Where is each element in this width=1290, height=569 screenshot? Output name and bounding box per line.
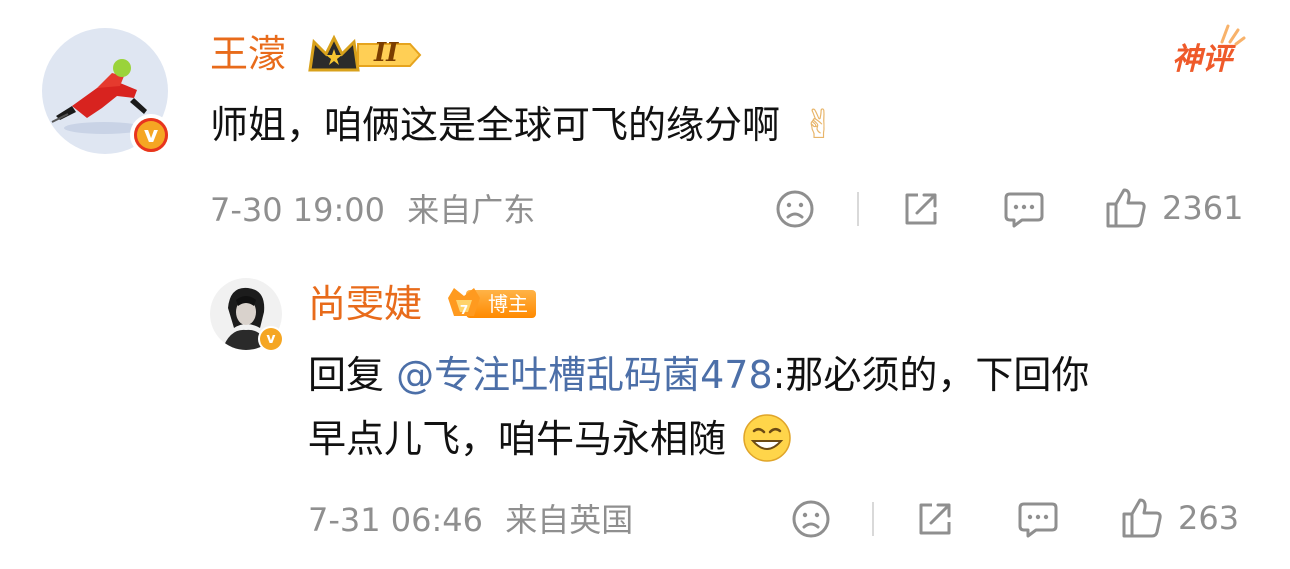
like-button[interactable]: 263	[1120, 496, 1239, 540]
svg-text:7: 7	[460, 303, 468, 317]
share-button[interactable]	[900, 188, 942, 230]
comment-meta: 7-31 06:46 来自英国	[308, 500, 633, 540]
comment-text: 师姐，咱俩这是全球可飞的缘分啊 ✌	[210, 86, 836, 164]
avatar[interactable]: v	[210, 278, 284, 352]
reply-text-line2: 早点儿飞，咱牛马永相随	[308, 417, 727, 461]
verified-badge: v	[258, 326, 284, 352]
dislike-button[interactable]	[790, 498, 832, 540]
divider	[857, 192, 859, 226]
comment-button[interactable]	[1016, 498, 1060, 540]
mention-link[interactable]: @专注吐槽乱码菌478	[396, 353, 773, 397]
level-badge-label: II	[374, 38, 399, 68]
comment-icon	[1004, 192, 1044, 228]
comment-location: 来自广东	[407, 191, 536, 229]
comment-icon	[1018, 502, 1058, 538]
comment-location: 来自英国	[505, 501, 634, 539]
dislike-button[interactable]	[774, 188, 816, 230]
comment-time: 7-31 06:46	[308, 501, 484, 539]
crown-badge-icon: 7	[448, 288, 480, 317]
share-button[interactable]	[914, 498, 956, 540]
level-badge: II	[306, 32, 426, 78]
sparkle-icon	[1220, 24, 1246, 46]
share-icon	[905, 193, 937, 225]
grin-emoji	[743, 413, 791, 462]
crown-icon	[308, 34, 422, 72]
sad-face-icon	[792, 500, 830, 538]
sad-face-icon	[776, 190, 814, 228]
like-button[interactable]: 2361	[1104, 186, 1243, 230]
role-badge: 7 博主	[444, 284, 536, 324]
reply-text-line1: :那必须的，下回你	[772, 353, 1090, 397]
thumbs-up-icon	[1122, 498, 1162, 538]
comment-button[interactable]	[1002, 188, 1046, 230]
verified-icon: v	[260, 328, 282, 350]
like-count: 263	[1178, 499, 1240, 537]
reply-prefix: 回复	[308, 353, 397, 397]
share-icon	[919, 503, 951, 535]
comment-meta: 7-30 19:00 来自广东	[210, 190, 535, 230]
thumbs-up-icon	[1106, 188, 1146, 228]
username[interactable]: 王濛	[210, 32, 286, 76]
username[interactable]: 尚雯婕	[308, 282, 422, 326]
divider	[872, 502, 874, 536]
victory-hand-emoji: ✌	[802, 102, 836, 148]
verified-icon: v	[134, 118, 168, 152]
avatar[interactable]: v	[42, 28, 172, 156]
comment-time: 7-30 19:00	[210, 191, 386, 229]
comment-text-body: 师姐，咱俩这是全球可飞的缘分啊	[210, 103, 781, 147]
comment-thread: v 王濛 II 神评 师姐，咱俩这是全球可飞的缘分啊 ✌ 7-30 19:00 …	[0, 0, 1290, 569]
reply-text-cont: 早点儿飞，咱牛马永相随	[308, 400, 792, 478]
like-count: 2361	[1162, 189, 1244, 227]
verified-badge: v	[130, 114, 172, 156]
